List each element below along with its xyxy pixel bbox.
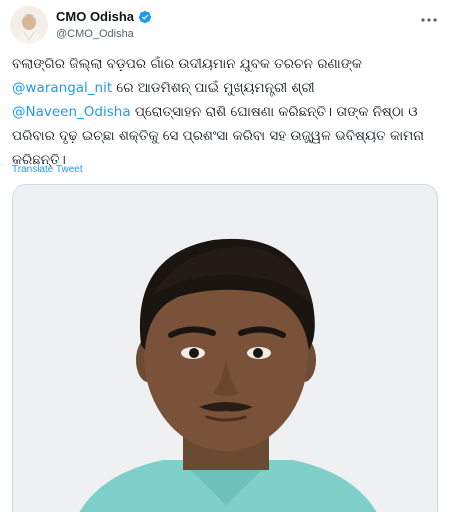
display-name[interactable]: CMO Odisha: [56, 9, 134, 24]
tweet-media-photo[interactable]: [12, 184, 438, 512]
avatar[interactable]: [10, 6, 48, 44]
tweet-text-part2: ରେ ଆଡମିଶନ୍ ପାଇଁ ମୁଖ୍ୟମନ୍ତ୍ରୀ ଶ୍ରୀ: [112, 80, 315, 96]
account-handle[interactable]: @CMO_Odisha: [56, 28, 152, 40]
tweet-header: CMO Odisha @CMO_Odisha: [10, 6, 440, 46]
display-name-row: CMO Odisha: [56, 9, 152, 24]
verified-badge-icon: [138, 10, 152, 24]
tweet-text: ବଲାଙ୍ଗିର ଜିଲ୍ଲା ବଡ଼ପର ଗାଁର ଉଦୀୟମାନ ଯୁବକ …: [12, 52, 432, 172]
tweet-text-part1: ବଲାଙ୍ଗିର ଜିଲ୍ଲା ବଡ଼ପର ଗାଁର ଉଦୀୟମାନ ଯୁବକ …: [12, 56, 362, 72]
mention-warangal-nit[interactable]: @warangal_nit: [12, 80, 112, 96]
more-options-icon[interactable]: [420, 12, 438, 22]
account-names: CMO Odisha @CMO_Odisha: [56, 9, 152, 40]
avatar-image: [10, 6, 48, 44]
translate-tweet-link[interactable]: Translate Tweet: [12, 164, 83, 175]
portrait-photo: [13, 185, 437, 512]
tweet-card: CMO Odisha @CMO_Odisha ବଲାଙ୍ଗିର ଜିଲ୍ଲା ବ…: [0, 0, 450, 512]
mention-naveen-odisha[interactable]: @Naveen_Odisha: [12, 104, 131, 120]
